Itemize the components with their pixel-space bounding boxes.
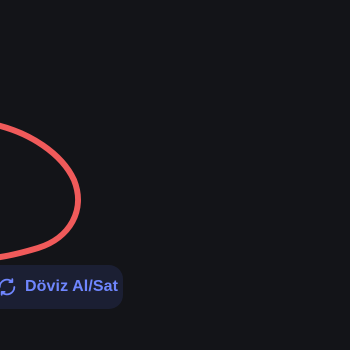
exchange-arrows-icon bbox=[0, 276, 18, 298]
currency-exchange-button[interactable]: Döviz Al/Sat bbox=[0, 265, 123, 309]
currency-exchange-label: Döviz Al/Sat bbox=[25, 278, 119, 295]
app-screen: Döviz Al/Sat bbox=[0, 0, 350, 350]
